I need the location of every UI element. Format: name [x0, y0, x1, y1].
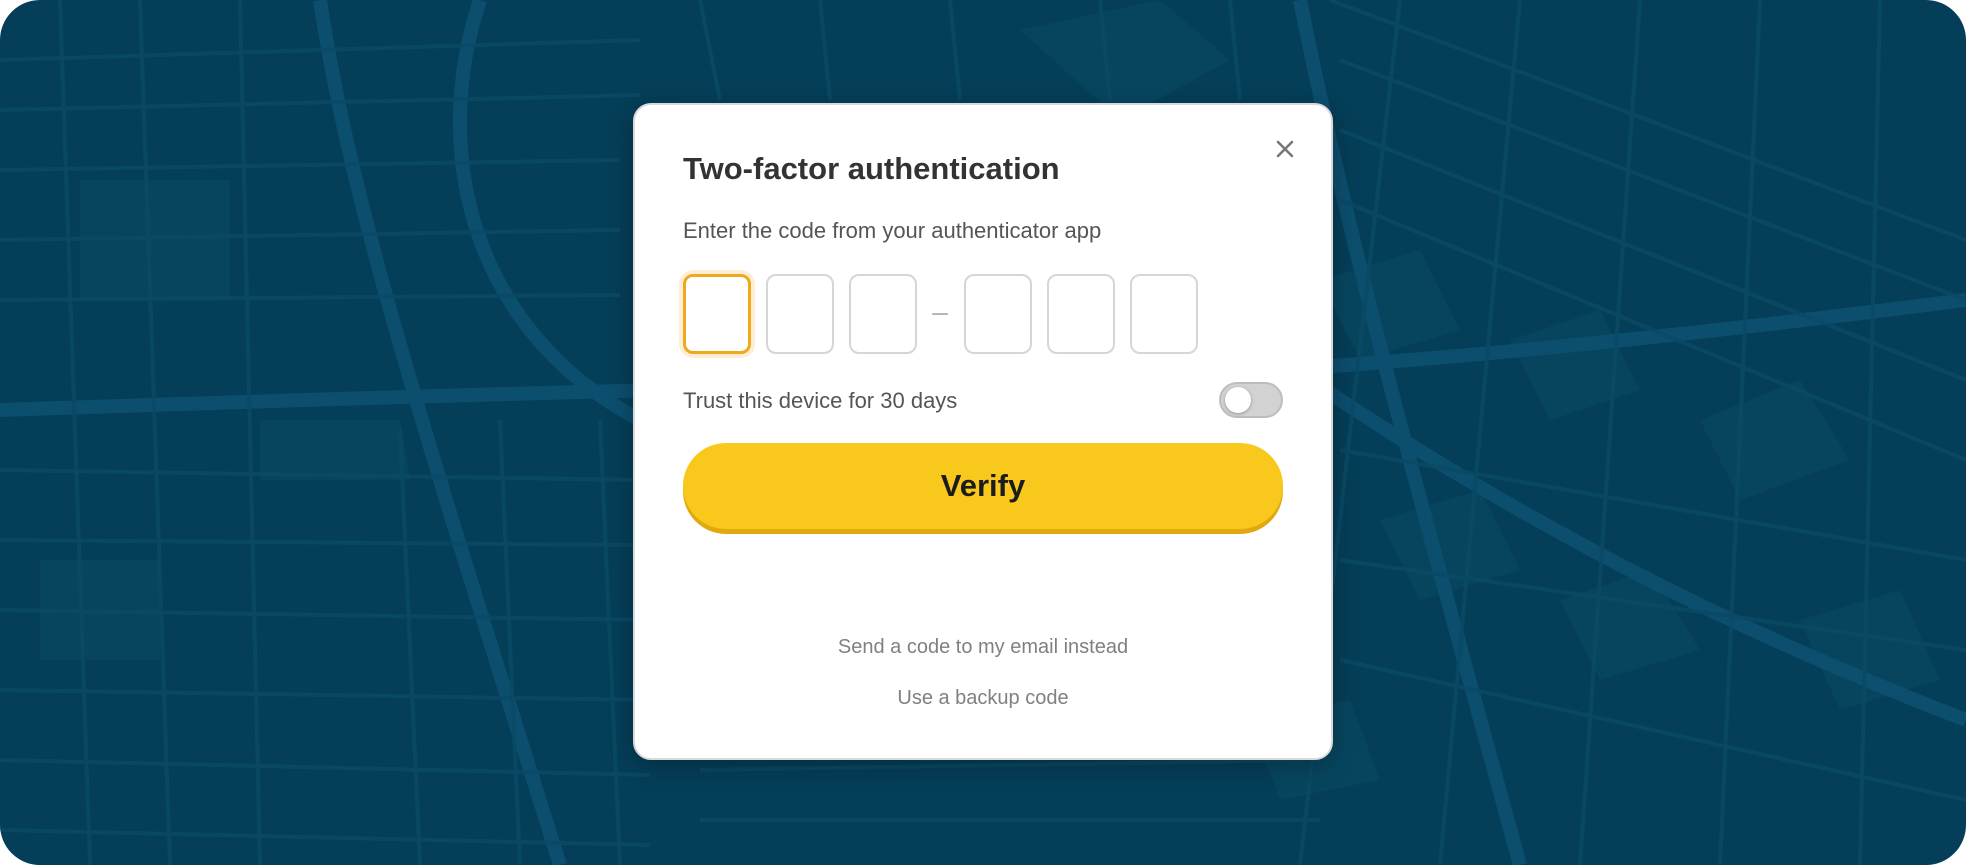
- code-digit-2[interactable]: [766, 274, 834, 354]
- verify-button[interactable]: Verify: [683, 443, 1283, 529]
- modal-subtitle: Enter the code from your authenticator a…: [683, 218, 1102, 243]
- trust-device-label: Trust this device for 30 days: [683, 388, 958, 413]
- close-button[interactable]: [1271, 135, 1299, 163]
- code-digit-5[interactable]: [1047, 274, 1115, 354]
- code-separator: –: [932, 296, 948, 327]
- two-factor-modal: Two-factor authentication Enter the code…: [633, 103, 1333, 760]
- code-digit-6[interactable]: [1130, 274, 1198, 354]
- backup-code-link[interactable]: Use a backup code: [635, 687, 1331, 710]
- email-code-link[interactable]: Send a code to my email instead: [635, 636, 1331, 659]
- modal-title: Two-factor authentication: [683, 151, 1060, 186]
- close-icon: [1276, 140, 1294, 158]
- code-digit-1[interactable]: [683, 274, 751, 354]
- code-digit-4[interactable]: [964, 274, 1032, 354]
- code-digit-3[interactable]: [849, 274, 917, 354]
- toggle-knob: [1225, 387, 1251, 413]
- trust-device-toggle[interactable]: [1219, 382, 1283, 418]
